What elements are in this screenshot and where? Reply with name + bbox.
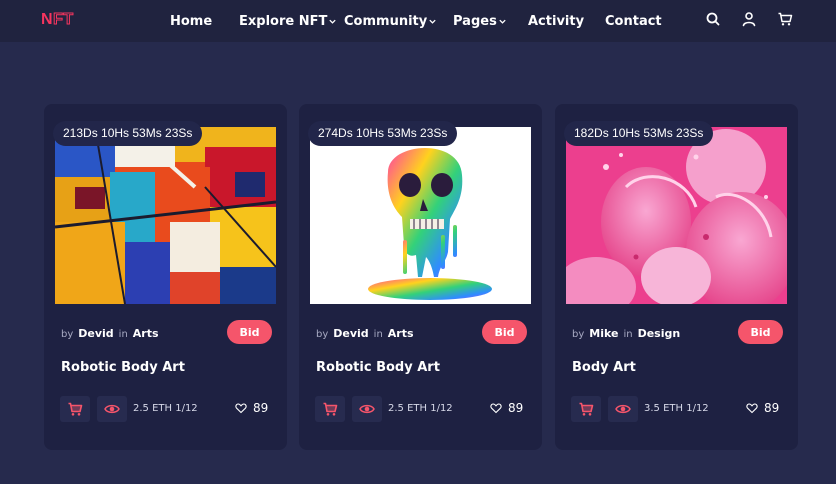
nft-title[interactable]: Robotic Body Art xyxy=(316,360,440,375)
nft-price: 2.5 ETH 1/12 xyxy=(388,403,453,414)
heart-icon xyxy=(490,403,502,414)
nav-item-home[interactable]: Home xyxy=(170,12,212,30)
view-button[interactable] xyxy=(97,396,127,422)
bid-button[interactable]: Bid xyxy=(482,320,527,344)
chevron-down-icon xyxy=(328,17,337,26)
top-navbar: NFT Home Explore NFT Community Pages Act… xyxy=(0,0,836,42)
nft-price: 3.5 ETH 1/12 xyxy=(644,403,709,414)
eye-icon xyxy=(615,404,631,414)
auction-timer: 182Ds 10Hs 53Ms 23Ss xyxy=(564,121,714,146)
eye-icon xyxy=(104,404,120,414)
nft-title[interactable]: Body Art xyxy=(572,360,636,375)
nft-artwork-image[interactable] xyxy=(566,127,787,304)
nft-card[interactable]: 213Ds 10Hs 53Ms 23Ss by Devid in Arts Bi… xyxy=(44,104,287,450)
like-count: 89 xyxy=(508,401,524,415)
bid-button[interactable]: Bid xyxy=(227,320,272,344)
category-link[interactable]: Arts xyxy=(133,327,159,340)
card-byline: by Mike in Design xyxy=(572,327,681,340)
nav-item-pages[interactable]: Pages xyxy=(453,12,507,30)
nav-item-community[interactable]: Community xyxy=(344,12,437,30)
view-button[interactable] xyxy=(352,396,382,422)
category-link[interactable]: Arts xyxy=(388,327,414,340)
card-byline: by Devid in Arts xyxy=(61,327,159,340)
like-button[interactable]: 89 xyxy=(746,401,779,415)
nft-title[interactable]: Robotic Body Art xyxy=(61,360,185,375)
nft-card[interactable]: 182Ds 10Hs 53Ms 23Ss by Mike in Design B… xyxy=(555,104,798,450)
card-byline: by Devid in Arts xyxy=(316,327,414,340)
search-icon[interactable] xyxy=(705,11,721,27)
add-to-cart-button[interactable] xyxy=(60,396,90,422)
like-button[interactable]: 89 xyxy=(235,401,268,415)
chevron-down-icon xyxy=(428,17,437,26)
brand-logo[interactable]: NFT xyxy=(41,11,74,29)
nav-item-explore-nft[interactable]: Explore NFT xyxy=(239,12,337,30)
author-link[interactable]: Mike xyxy=(589,327,618,340)
heart-icon xyxy=(746,403,758,414)
nft-card[interactable]: 274Ds 10Hs 53Ms 23Ss by Devid in Arts Bi… xyxy=(299,104,542,450)
view-button[interactable] xyxy=(608,396,638,422)
nft-artwork-image[interactable] xyxy=(310,127,531,304)
cart-icon[interactable] xyxy=(777,11,793,27)
nft-artwork-image[interactable] xyxy=(55,127,276,304)
like-button[interactable]: 89 xyxy=(490,401,523,415)
nav-item-contact[interactable]: Contact xyxy=(605,12,662,30)
nav-item-activity[interactable]: Activity xyxy=(528,12,584,30)
bid-button[interactable]: Bid xyxy=(738,320,783,344)
auction-timer: 274Ds 10Hs 53Ms 23Ss xyxy=(308,121,458,146)
eye-icon xyxy=(359,404,375,414)
heart-icon xyxy=(235,403,247,414)
user-icon[interactable] xyxy=(741,11,757,27)
category-link[interactable]: Design xyxy=(638,327,681,340)
chevron-down-icon xyxy=(498,17,507,26)
cart-icon xyxy=(579,402,594,416)
cart-icon xyxy=(68,402,83,416)
cart-icon xyxy=(323,402,338,416)
author-link[interactable]: Devid xyxy=(333,327,368,340)
auction-timer: 213Ds 10Hs 53Ms 23Ss xyxy=(53,121,203,146)
author-link[interactable]: Devid xyxy=(78,327,113,340)
add-to-cart-button[interactable] xyxy=(315,396,345,422)
nft-price: 2.5 ETH 1/12 xyxy=(133,403,198,414)
add-to-cart-button[interactable] xyxy=(571,396,601,422)
like-count: 89 xyxy=(764,401,780,415)
like-count: 89 xyxy=(253,401,269,415)
